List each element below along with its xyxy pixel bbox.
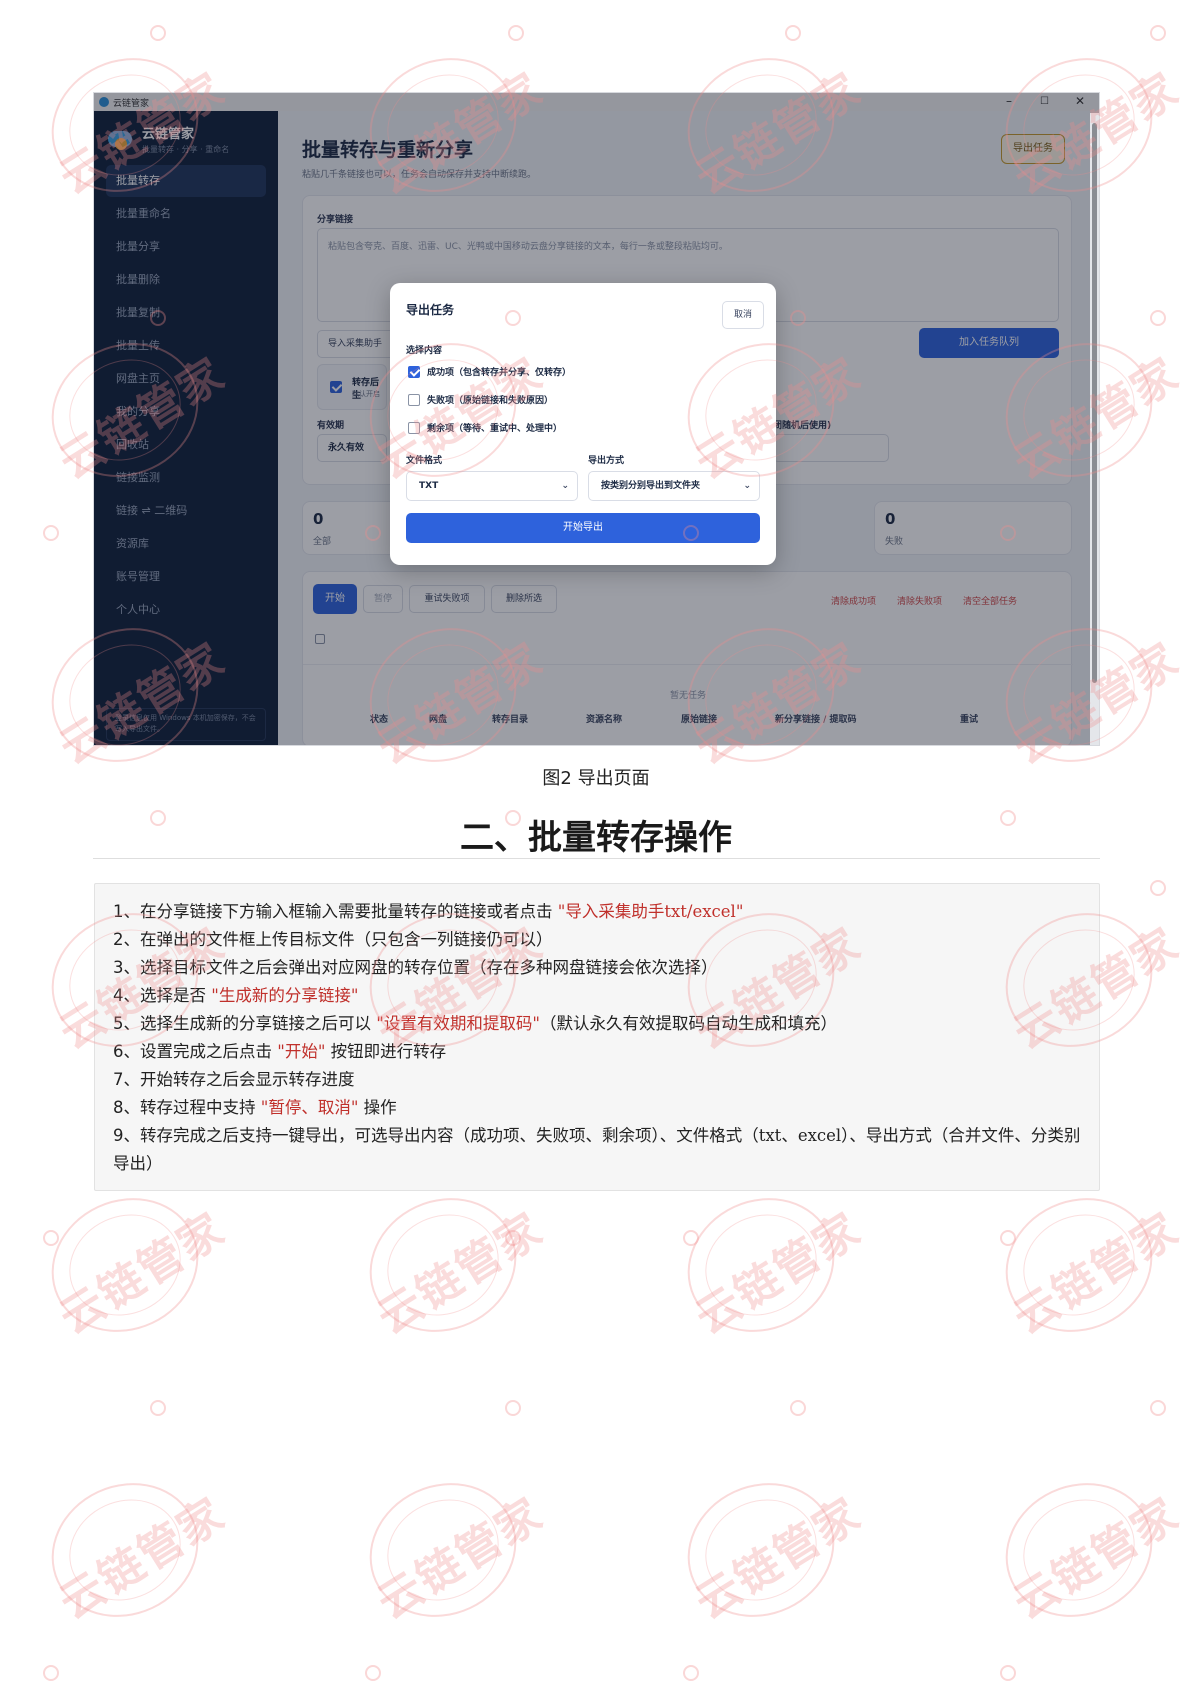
method-select-value: 按类别分别导出到文件夹 bbox=[601, 481, 701, 491]
app-screenshot: 云链管家 – ☐ ✕ 云链管家 批量转存 · 分享 · 重命名 批量转存 批量重… bbox=[93, 92, 1100, 746]
option-success[interactable]: 成功项（包含转存并分享、仅转存） bbox=[408, 365, 571, 378]
dialog-title: 导出任务 bbox=[406, 303, 455, 317]
watermark-dot bbox=[150, 25, 166, 41]
step-5: 5、选择生成新的分享链接之后可以 "设置有效期和提取码"（默认永久有效提取码自动… bbox=[113, 1014, 837, 1033]
watermark-dot bbox=[785, 25, 801, 41]
watermark-dot bbox=[43, 1230, 59, 1246]
watermark-stamp: 云链管家 bbox=[29, 1174, 234, 1356]
step-9: 9、转存完成之后支持一键导出，可选导出内容（成功项、失败项、剩余项）、文件格式（… bbox=[113, 1126, 1081, 1173]
watermark-stamp: 云链管家 bbox=[665, 1459, 870, 1641]
dialog-cancel-button[interactable]: 取消 bbox=[722, 301, 764, 329]
option-success-label: 成功项（包含转存并分享、仅转存） bbox=[427, 368, 572, 378]
scrollbar-thumb[interactable] bbox=[1092, 123, 1097, 683]
watermark-stamp: 云链管家 bbox=[347, 1459, 552, 1641]
watermark-dot bbox=[683, 1665, 699, 1681]
method-select[interactable]: 按类别分别导出到文件夹 ⌄ bbox=[588, 471, 760, 501]
figure-caption: 图2 导出页面 bbox=[542, 768, 650, 789]
watermark-dot bbox=[1150, 310, 1166, 326]
format-label: 文件格式 bbox=[406, 456, 443, 466]
option-remaining[interactable]: 剩余项（等待、重试中、处理中） bbox=[408, 421, 562, 434]
watermark-dot bbox=[1150, 1400, 1166, 1416]
export-dialog: 导出任务 取消 选择内容 成功项（包含转存并分享、仅转存） 失败项（原始链接和失… bbox=[390, 283, 776, 565]
watermark-dot bbox=[1000, 1230, 1016, 1246]
watermark-stamp: 云链管家 bbox=[29, 1459, 234, 1641]
watermark-dot bbox=[150, 1400, 166, 1416]
heading-rule bbox=[93, 858, 1100, 859]
watermark-dot bbox=[505, 1230, 521, 1246]
watermark-dot bbox=[365, 1665, 381, 1681]
watermark-dot bbox=[505, 1400, 521, 1416]
step-1: 1、在分享链接下方输入框输入需要批量转存的链接或者点击 "导入采集助手txt/e… bbox=[113, 902, 744, 921]
watermark-dot bbox=[43, 1665, 59, 1681]
watermark-stamp: 云链管家 bbox=[983, 1459, 1188, 1641]
watermark-dot bbox=[1150, 880, 1166, 896]
watermark-stamp: 云链管家 bbox=[665, 1174, 870, 1356]
section-heading: 二、批量转存操作 bbox=[460, 818, 732, 858]
watermark-dot bbox=[683, 1230, 699, 1246]
watermark-stamp: 云链管家 bbox=[347, 1174, 552, 1356]
watermark-dot bbox=[1150, 25, 1166, 41]
option-success-checkbox[interactable] bbox=[408, 365, 420, 378]
step-4: 4、选择是否 "生成新的分享链接" bbox=[113, 986, 359, 1005]
format-select[interactable]: TXT ⌄ bbox=[406, 471, 578, 501]
step-8: 8、转存过程中支持 "暂停、取消" 操作 bbox=[113, 1098, 397, 1117]
watermark-dot bbox=[1000, 1665, 1016, 1681]
watermark-dot bbox=[508, 25, 524, 41]
option-remaining-label: 剩余项（等待、重试中、处理中） bbox=[427, 424, 563, 434]
step-7: 7、开始转存之后会显示转存进度 bbox=[113, 1070, 355, 1089]
step-6: 6、设置完成之后点击 "开始" 按钮即进行转存 bbox=[113, 1042, 447, 1061]
watermark-dot bbox=[43, 525, 59, 541]
scrollbar[interactable] bbox=[1090, 113, 1099, 745]
chevron-down-icon: ⌄ bbox=[561, 481, 569, 491]
option-failed-label: 失败项（原始链接和失败原因） bbox=[427, 396, 554, 406]
method-label: 导出方式 bbox=[588, 456, 625, 466]
option-failed[interactable]: 失败项（原始链接和失败原因） bbox=[408, 393, 553, 406]
watermark-dot bbox=[790, 1400, 806, 1416]
step-3: 3、选择目标文件之后会弹出对应网盘的转存位置（存在多种网盘链接会依次选择） bbox=[113, 958, 718, 977]
content-section-label: 选择内容 bbox=[406, 346, 443, 356]
step-2: 2、在弹出的文件框上传目标文件（只包含一列链接仍可以） bbox=[113, 930, 553, 949]
start-export-button[interactable]: 开始导出 bbox=[406, 513, 760, 543]
watermark-stamp: 云链管家 bbox=[983, 1174, 1188, 1356]
chevron-down-icon: ⌄ bbox=[743, 481, 751, 491]
option-remaining-checkbox[interactable] bbox=[408, 421, 420, 434]
steps-box: 1、在分享链接下方输入框输入需要批量转存的链接或者点击 "导入采集助手txt/e… bbox=[94, 883, 1100, 1191]
option-failed-checkbox[interactable] bbox=[408, 393, 420, 406]
format-select-value: TXT bbox=[419, 481, 439, 491]
